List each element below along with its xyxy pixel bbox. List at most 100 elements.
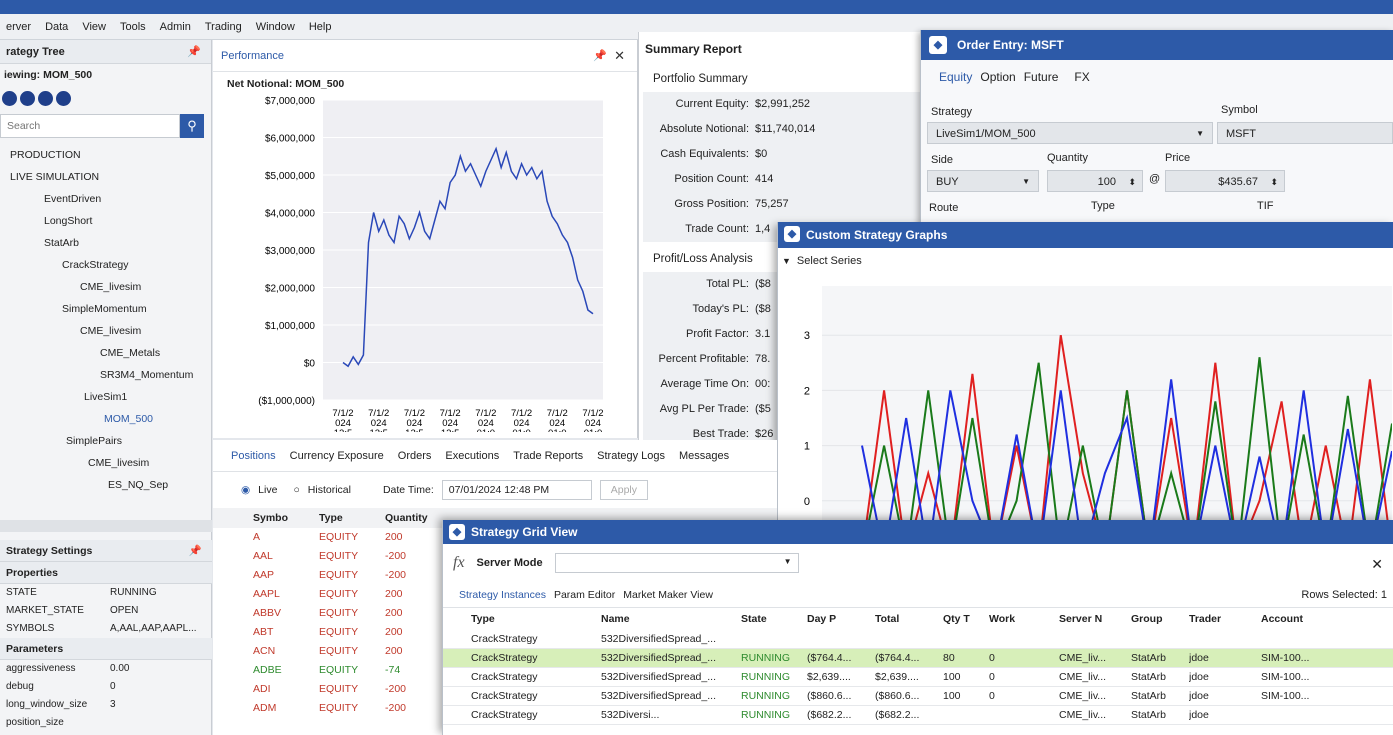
property-row[interactable]: SYMBOLS A,AAL,AAP,AAPL... xyxy=(0,620,212,638)
stepper-icon[interactable]: ⬍ xyxy=(1270,171,1278,193)
tab-positions[interactable]: Positions xyxy=(231,450,276,462)
grid-col-header[interactable]: Work xyxy=(989,608,1059,630)
property-row[interactable]: MARKET_STATE OPEN xyxy=(0,602,212,620)
parameters-header[interactable]: Parameters xyxy=(0,638,212,660)
parameter-row[interactable]: aggressiveness 0.00 xyxy=(0,660,212,678)
col-symbol[interactable]: Symbo xyxy=(253,508,319,528)
tab-executions[interactable]: Executions xyxy=(445,450,499,462)
grid-col-header[interactable]: State xyxy=(741,608,807,630)
tree-item[interactable]: CME_livesim xyxy=(0,320,211,342)
grid-col-header[interactable]: Trader xyxy=(1189,608,1261,630)
table-row[interactable]: CrackStrategy 532DiversifiedSpread_... RUN… xyxy=(443,649,1393,668)
symbol-field[interactable]: MSFT xyxy=(1217,122,1393,144)
grid-col-header[interactable]: Total xyxy=(875,608,943,630)
grid-col-header[interactable]: Qty T xyxy=(943,608,989,630)
menu-help[interactable]: Help xyxy=(309,21,332,33)
performance-title: Performance xyxy=(221,50,284,62)
tree-item[interactable]: CME_Metals xyxy=(0,342,211,364)
tree-item[interactable]: LongShort xyxy=(0,210,211,232)
tab-option[interactable]: Option xyxy=(980,70,1015,84)
menu-server[interactable]: erver xyxy=(6,21,31,33)
summary-title: Summary Report xyxy=(645,42,742,56)
menu-data[interactable]: Data xyxy=(45,21,68,33)
price-stepper[interactable]: $435.67 ⬍ xyxy=(1165,170,1285,192)
pin-icon[interactable]: 📌 xyxy=(187,40,201,64)
grid-col-header[interactable]: Group xyxy=(1131,608,1189,630)
tab-strategy-instances[interactable]: Strategy Instances xyxy=(459,589,546,601)
stepper-icon[interactable]: ⬍ xyxy=(1128,171,1136,193)
menu-tools[interactable]: Tools xyxy=(120,21,146,33)
table-row[interactable]: CrackStrategy 532DiversifiedSpread_... xyxy=(443,630,1393,649)
col-quantity[interactable]: Quantity xyxy=(385,508,428,528)
pin-icon[interactable]: 📌 xyxy=(189,540,202,562)
search-input[interactable] xyxy=(0,114,180,138)
parameter-row[interactable]: debug 0 xyxy=(0,678,212,696)
tab-orders[interactable]: Orders xyxy=(398,450,432,462)
grid-col-header[interactable]: Name xyxy=(601,608,741,630)
tree-item[interactable]: CME_livesim xyxy=(0,452,211,474)
tab-strategy-logs[interactable]: Strategy Logs xyxy=(597,450,665,462)
lock-icon[interactable] xyxy=(56,90,71,106)
tab-currency-exposure[interactable]: Currency Exposure xyxy=(290,450,384,462)
table-row[interactable]: CrackStrategy 532DiversifiedSpread_... RUN… xyxy=(443,668,1393,687)
radio-live-icon[interactable]: ◉ xyxy=(241,484,250,496)
property-row[interactable]: STATE RUNNING xyxy=(0,584,212,602)
tree-item[interactable]: ES_NQ_Sep xyxy=(0,474,211,496)
day-cell xyxy=(807,630,875,648)
tree-item[interactable]: StatArb xyxy=(0,232,211,254)
function-icon[interactable]: fx xyxy=(453,554,465,572)
datetime-input[interactable]: 07/01/2024 12:48 PM xyxy=(441,480,592,500)
grid-col-header[interactable]: Account xyxy=(1261,608,1341,630)
tab-param-editor[interactable]: Param Editor xyxy=(554,589,615,601)
tree-hscrollbar[interactable] xyxy=(0,520,212,532)
play-icon[interactable] xyxy=(2,90,17,106)
tab-market-maker-view[interactable]: Market Maker View xyxy=(623,589,713,601)
apply-button[interactable]: Apply xyxy=(599,480,649,500)
menu-view[interactable]: View xyxy=(82,21,106,33)
col-type[interactable]: Type xyxy=(319,508,385,528)
server-mode-select[interactable]: ▼ xyxy=(554,553,799,573)
y-tick-label: $1,000,000 xyxy=(265,321,315,332)
graphs-titlebar[interactable]: ◆ Custom Strategy Graphs xyxy=(778,222,1393,248)
x-tick-line: 01:0 xyxy=(512,428,531,432)
parameter-row[interactable]: long_window_size 3 xyxy=(0,696,212,714)
menu-admin[interactable]: Admin xyxy=(160,21,191,33)
tree-item[interactable]: LIVE SIMULATION xyxy=(0,166,211,188)
grid-col-header[interactable]: Server N xyxy=(1059,608,1131,630)
tab-future[interactable]: Future xyxy=(1024,70,1059,84)
select-series-toggle[interactable]: ▼ Select Series xyxy=(778,248,1393,274)
tree-item[interactable]: SimpleMomentum xyxy=(0,298,211,320)
tree-item[interactable]: SimplePairs xyxy=(0,430,211,452)
side-select[interactable]: BUY ▼ xyxy=(927,170,1039,192)
close-icon[interactable]: ✕ xyxy=(614,40,625,72)
close-icon[interactable]: ✕ xyxy=(1371,556,1383,573)
tree-item[interactable]: EventDriven xyxy=(0,188,211,210)
strategy-select[interactable]: LiveSim1/MOM_500 ▼ xyxy=(927,122,1213,144)
tree-item[interactable]: CrackStrategy xyxy=(0,254,211,276)
tree-item[interactable]: MOM_500 xyxy=(0,408,211,430)
quantity-stepper[interactable]: 100 ⬍ xyxy=(1047,170,1143,192)
search-icon[interactable]: ⚲ xyxy=(180,114,204,138)
menu-window[interactable]: Window xyxy=(256,21,295,33)
tree-item[interactable]: LiveSim1 xyxy=(0,386,211,408)
tab-fx[interactable]: FX xyxy=(1074,70,1089,84)
tab-trade-reports[interactable]: Trade Reports xyxy=(513,450,583,462)
tree-item[interactable]: CME_livesim xyxy=(0,276,211,298)
stop-icon[interactable] xyxy=(38,90,53,106)
tab-messages[interactable]: Messages xyxy=(679,450,729,462)
parameter-row[interactable]: position_size xyxy=(0,714,212,732)
grid-col-header[interactable]: Type xyxy=(471,608,601,630)
menu-trading[interactable]: Trading xyxy=(205,21,242,33)
pause-icon[interactable] xyxy=(20,90,35,106)
tree-item[interactable]: SR3M4_Momentum xyxy=(0,364,211,386)
tab-equity[interactable]: Equity xyxy=(939,70,972,84)
order-entry-titlebar[interactable]: ◆ Order Entry: MSFT xyxy=(921,30,1393,60)
table-row[interactable]: CrackStrategy 532DiversifiedSpread_... RUN… xyxy=(443,687,1393,706)
pin-icon[interactable]: 📌 xyxy=(593,40,607,72)
tree-item[interactable]: PRODUCTION xyxy=(0,144,211,166)
grid-titlebar[interactable]: ◆ Strategy Grid View xyxy=(443,520,1393,544)
table-row[interactable]: CrackStrategy 532Diversi... RUNNING ($682.2… xyxy=(443,706,1393,725)
grid-col-header[interactable]: Day P xyxy=(807,608,875,630)
radio-historical-icon[interactable]: ○ xyxy=(293,484,299,496)
properties-header[interactable]: Properties xyxy=(0,562,212,584)
